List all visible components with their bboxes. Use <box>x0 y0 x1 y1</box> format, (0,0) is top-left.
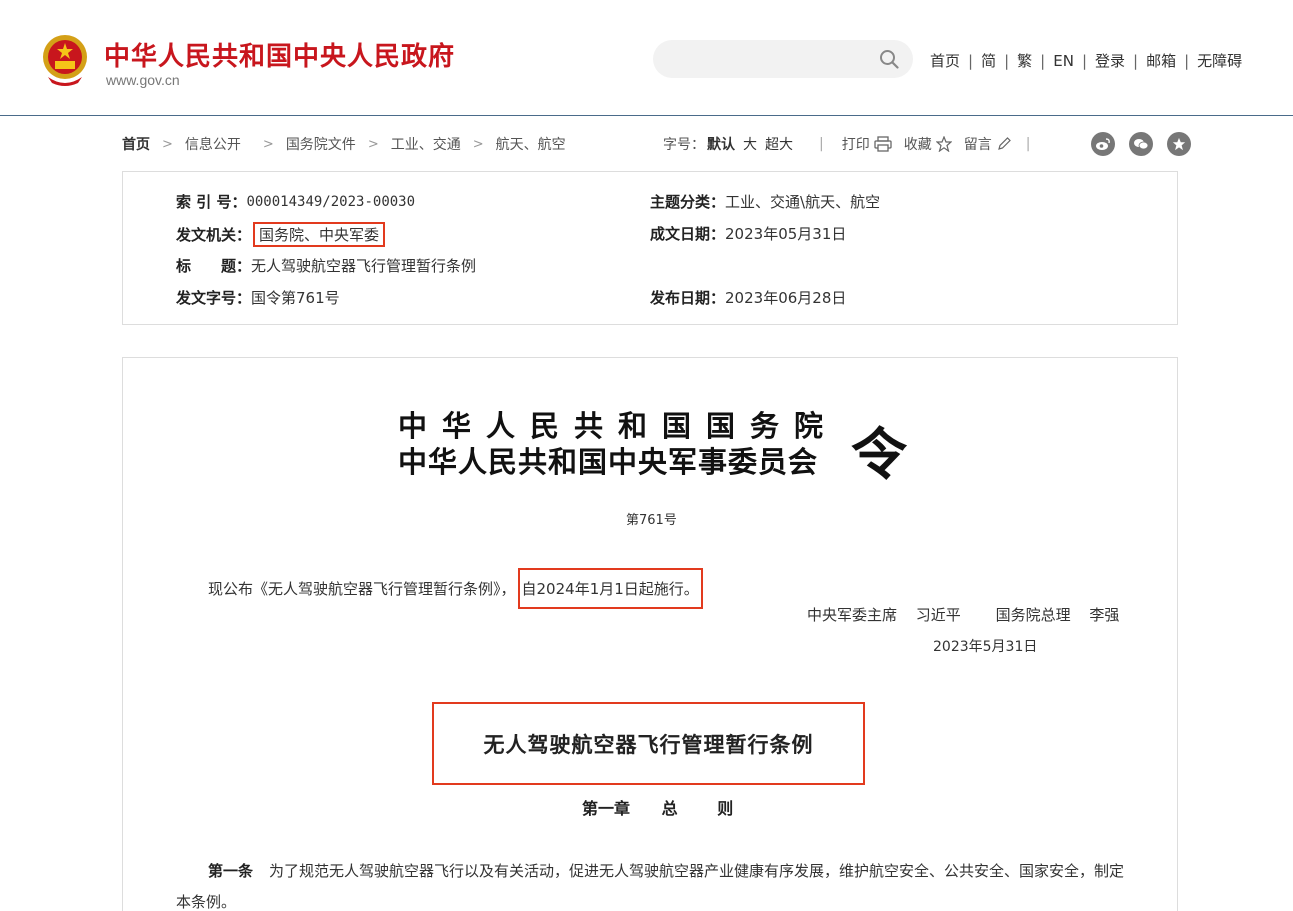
font-size-default[interactable]: 默认 <box>707 134 735 154</box>
meta-issuer-value: 国务院、中央军委 <box>253 222 386 247</box>
breadcrumb-info-public[interactable]: 信息公开 <box>185 134 241 154</box>
nav-separator: | <box>1133 51 1139 70</box>
star-outline-icon <box>935 136 952 152</box>
document-metadata: 索 引 号： 000014349/2023-00030 主题分类： 工业、交通\… <box>122 171 1178 325</box>
promulgation-sentence: 现公布《无人驾驶航空器飞行管理暂行条例》， 自2024年1月1日起施行。 <box>208 568 703 609</box>
nav-mail[interactable]: 邮箱 <box>1146 50 1176 71</box>
search-box[interactable] <box>653 40 913 78</box>
signatories: 中央军委主席 习近平 国务院总理 李强 <box>807 604 1133 625</box>
chevron-right-icon: > <box>162 136 173 152</box>
signing-date: 2023年5月31日 <box>933 639 1038 655</box>
nav-home[interactable]: 首页 <box>930 50 960 71</box>
chapter-title-char2: 则 <box>717 799 734 818</box>
promulgation-text: 现公布《无人驾驶航空器飞行管理暂行条例》， <box>208 580 516 598</box>
favorite-button[interactable]: 收藏 <box>904 134 952 154</box>
effective-date-text: 自2024年1月1日起施行。 <box>517 568 703 609</box>
signer1-title: 中央军委主席 <box>807 606 898 624</box>
comment-label: 留言 <box>963 137 992 153</box>
tools-separator: | <box>1025 136 1031 152</box>
meta-topic-value: 工业、交通\航天、航空 <box>725 193 881 211</box>
meta-topic-row: 主题分类： 工业、交通\航天、航空 <box>650 191 880 212</box>
meta-doc-no-label: 发文字号： <box>176 289 252 307</box>
weibo-icon[interactable] <box>1091 132 1115 156</box>
site-url[interactable]: www.gov.cn <box>106 72 180 88</box>
pencil-icon <box>997 137 1011 150</box>
chapter-number: 第一章 <box>582 799 631 818</box>
share-buttons <box>1077 132 1191 156</box>
order-issuer-heading: 中华人民共和国国务院 中华人民共和国中央军事委员会 <box>398 408 838 480</box>
meta-issuer-row: 发文机关： 国务院、中央军委 <box>176 222 386 247</box>
meta-doc-no-row: 发文字号： 国令第761号 <box>176 287 340 308</box>
top-nav: 首页 | 简 | 繁 | EN | 登录 | 邮箱 | 无障碍 <box>930 50 1242 71</box>
meta-index-row: 索 引 号： 000014349/2023-00030 <box>176 191 415 212</box>
order-character: 令 <box>851 422 907 488</box>
favorite-label: 收藏 <box>903 137 932 153</box>
meta-written-date-value: 2023年05月31日 <box>725 225 847 243</box>
printer-icon <box>874 136 892 152</box>
chevron-right-icon: > <box>472 136 484 152</box>
site-header: 中华人民共和国中央人民政府 www.gov.cn 首页 | 简 | 繁 | EN… <box>0 0 1293 116</box>
chevron-right-icon: > <box>367 136 379 152</box>
signer2-title: 国务院总理 <box>995 606 1071 624</box>
meta-topic-label: 主题分类： <box>650 193 726 211</box>
nav-traditional[interactable]: 繁 <box>1017 50 1032 71</box>
meta-issuer-label: 发文机关： <box>176 226 252 244</box>
nav-separator: | <box>968 51 974 70</box>
order-number: 第761号 <box>626 513 677 528</box>
nav-english[interactable]: EN <box>1053 52 1074 70</box>
nav-separator: | <box>1081 51 1087 70</box>
chevron-right-icon: > <box>262 136 274 152</box>
meta-publish-date-label: 发布日期： <box>650 289 726 307</box>
meta-written-date-row: 成文日期： 2023年05月31日 <box>650 223 846 244</box>
comment-button[interactable]: 留言 <box>964 134 1012 154</box>
article-1-number: 第一条 <box>208 862 254 880</box>
meta-publish-date-value: 2023年06月28日 <box>725 289 847 307</box>
meta-index-label: 索 引 号： <box>176 193 247 211</box>
breadcrumb-state-council-docs[interactable]: 国务院文件 <box>286 134 356 154</box>
font-size-label: 字号： <box>663 137 705 153</box>
national-emblem-icon[interactable] <box>40 33 90 87</box>
meta-index-value: 000014349/2023-00030 <box>246 193 416 210</box>
chapter-heading: 第一章 总 则 <box>582 795 759 819</box>
page-tools: 字号： 默认 大 超大 | 打印 收藏 留言 | <box>663 134 1030 154</box>
regulation-title-box: 无人驾驶航空器飞行管理暂行条例 <box>432 702 865 785</box>
meta-written-date-label: 成文日期： <box>650 225 726 243</box>
breadcrumb-aerospace[interactable]: 航天、航空 <box>496 134 566 154</box>
font-size-xlarge[interactable]: 超大 <box>765 134 793 154</box>
signer2-name: 李强 <box>1089 606 1120 624</box>
site-title[interactable]: 中华人民共和国中央人民政府 <box>104 36 455 73</box>
document-body: 中华人民共和国国务院 中华人民共和国中央军事委员会 令 第761号 现公布《无人… <box>122 357 1178 911</box>
breadcrumb-industry-transport[interactable]: 工业、交通 <box>391 134 461 154</box>
chapter-title-char1: 总 <box>661 799 678 818</box>
nav-separator: | <box>1004 51 1010 70</box>
issuer-line-military-commission: 中华人民共和国中央军事委员会 <box>398 445 819 479</box>
print-button[interactable]: 打印 <box>842 134 892 154</box>
issuer-line-state-council: 中华人民共和国国务院 <box>398 409 839 443</box>
breadcrumb: 首页 > 信息公开 > 国务院文件 > 工业、交通 > 航天、航空 <box>122 134 566 154</box>
meta-doc-no-value: 国令第761号 <box>251 289 340 307</box>
meta-title-value: 无人驾驶航空器飞行管理暂行条例 <box>251 257 477 275</box>
font-size-large[interactable]: 大 <box>743 134 757 154</box>
meta-publish-date-row: 发布日期： 2023年06月28日 <box>650 287 846 308</box>
nav-separator: | <box>1184 51 1190 70</box>
search-icon[interactable] <box>879 49 899 69</box>
tools-separator: | <box>819 136 824 152</box>
breadcrumb-home[interactable]: 首页 <box>122 134 150 154</box>
nav-login[interactable]: 登录 <box>1095 50 1125 71</box>
meta-title-row: 标 题： 无人驾驶航空器飞行管理暂行条例 <box>176 255 476 276</box>
signer1-name: 习近平 <box>915 606 961 624</box>
breadcrumb-bar: 首页 > 信息公开 > 国务院文件 > 工业、交通 > 航天、航空 字号： 默认… <box>122 132 1191 156</box>
nav-accessibility[interactable]: 无障碍 <box>1197 50 1242 71</box>
meta-title-label: 标 题： <box>176 257 252 275</box>
article-1-text: 为了规范无人驾驶航空器飞行以及有关活动，促进无人驾驶航空器产业健康有序发展，维护… <box>176 862 1125 911</box>
star-icon[interactable] <box>1167 132 1191 156</box>
nav-separator: | <box>1040 51 1046 70</box>
regulation-title: 无人驾驶航空器飞行管理暂行条例 <box>483 731 814 757</box>
article-1: 第一条 为了规范无人驾驶航空器飞行以及有关活动，促进无人驾驶航空器产业健康有序发展… <box>176 856 1128 911</box>
print-label: 打印 <box>841 137 870 153</box>
nav-simplified[interactable]: 简 <box>981 50 996 71</box>
wechat-icon[interactable] <box>1129 132 1153 156</box>
